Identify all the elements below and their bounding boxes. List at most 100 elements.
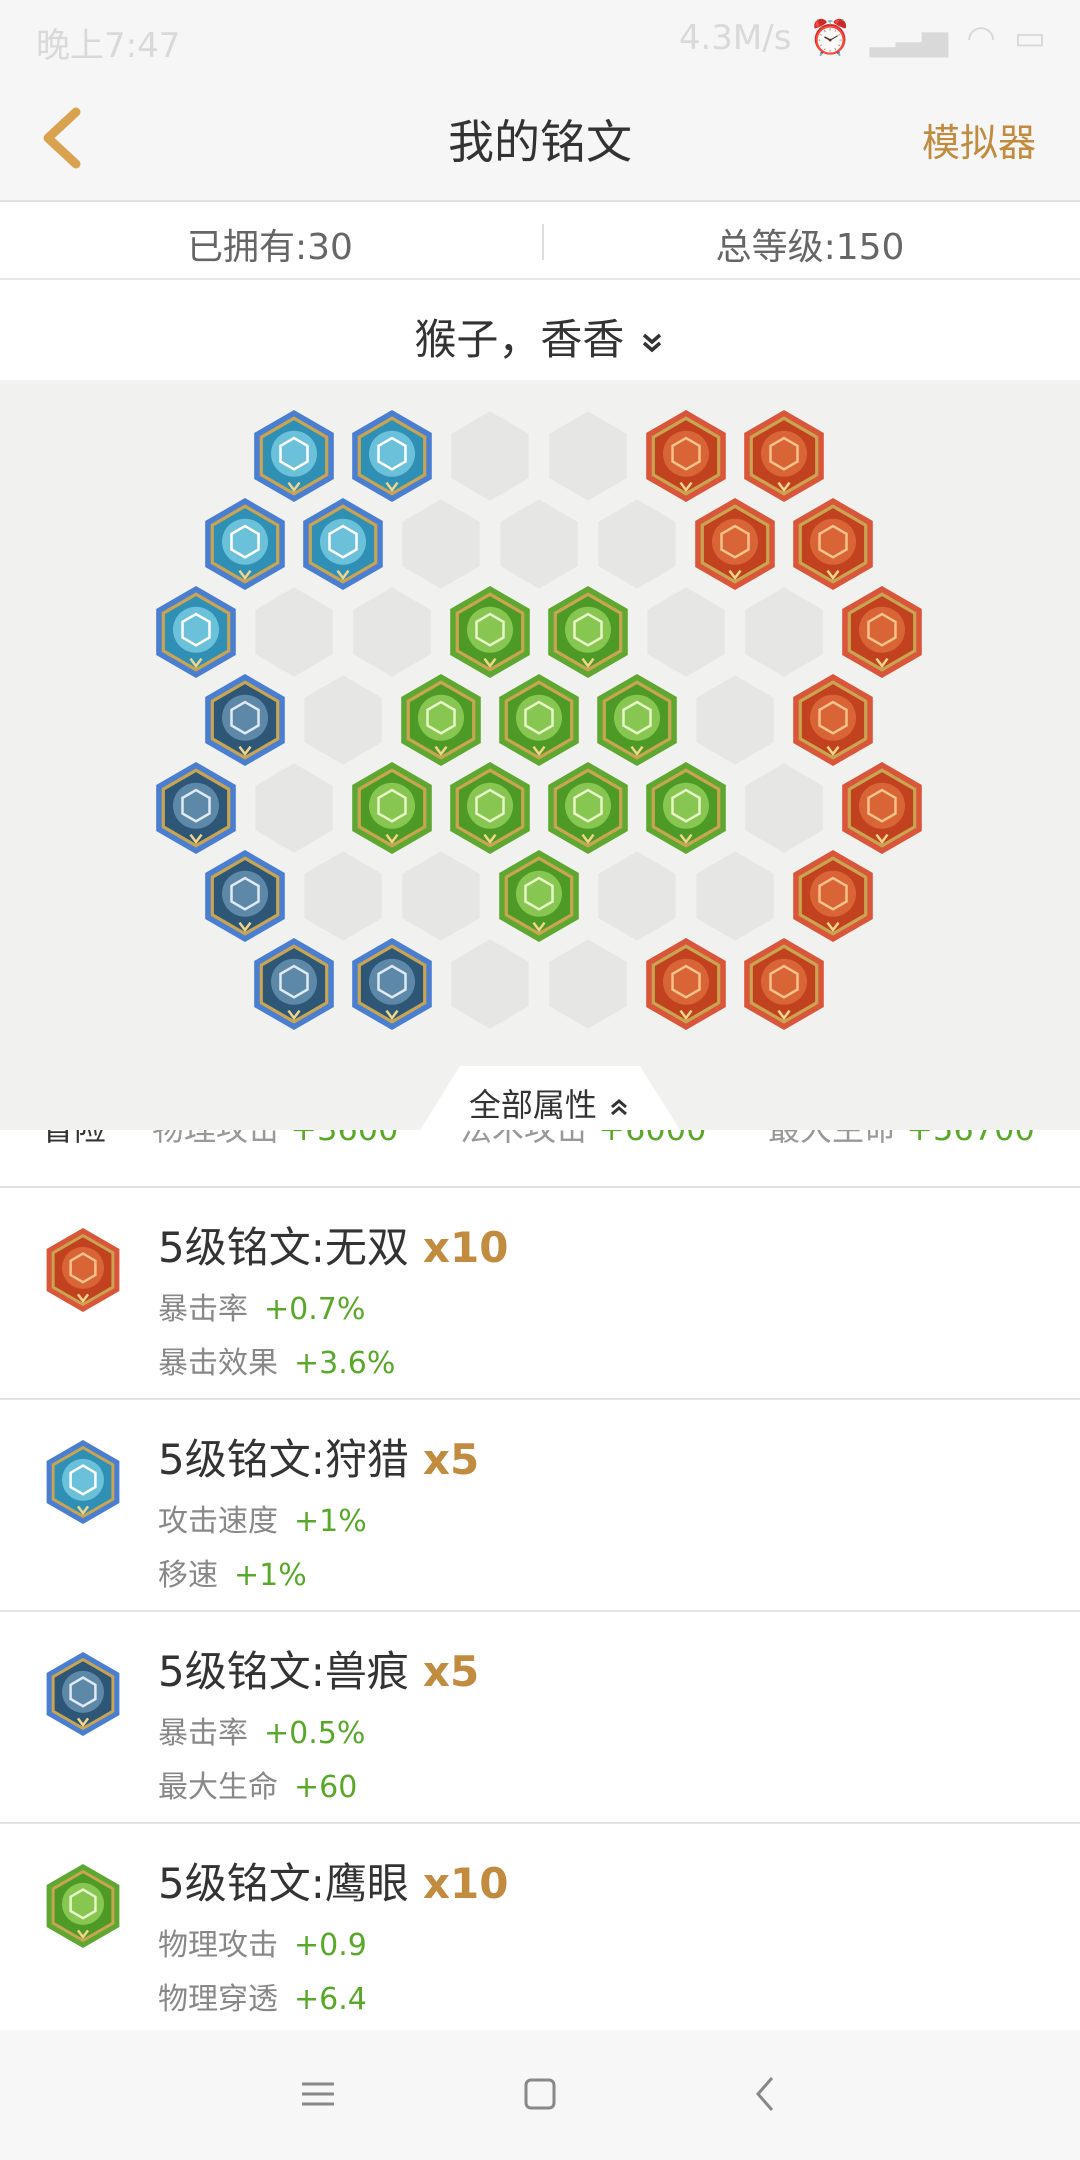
rune-attr: 暴击效果 +3.6% — [158, 1338, 395, 1382]
shoulie-rune-icon[interactable] — [156, 586, 236, 678]
shoulie-rune-icon — [46, 1440, 120, 1524]
yingyan-rune-icon-shape[interactable] — [46, 1864, 120, 1948]
attr-value: +1% — [234, 1558, 307, 1593]
rune-name: 5级铭文:鹰眼 x10 — [158, 1850, 508, 1911]
wushuang-rune-icon[interactable] — [842, 762, 922, 854]
summary-value: +56700 — [906, 1130, 1035, 1148]
empty-rune-slot — [255, 763, 333, 853]
back-icon[interactable] — [736, 2064, 796, 2124]
rune-name-text: 5级铭文:鹰眼 — [158, 1859, 409, 1908]
attr-value: +0.7% — [264, 1292, 366, 1327]
wushuang-rune-icon-shape[interactable] — [46, 1228, 120, 1312]
signal-icon: ▂▃▅ — [869, 18, 949, 58]
attr-label: 移速 — [158, 1558, 218, 1593]
shoulie-rune-icon[interactable] — [254, 410, 334, 502]
wifi-icon: ◠ — [966, 18, 996, 58]
rune-count: x10 — [422, 1859, 509, 1908]
shoulie-rune-icon[interactable] — [205, 498, 285, 590]
wushuang-rune-icon[interactable] — [744, 938, 824, 1030]
shouhen-rune-icon[interactable] — [156, 762, 236, 854]
wushuang-rune-icon[interactable] — [793, 498, 873, 590]
rune-name: 5级铭文:无双 x10 — [158, 1214, 508, 1275]
yingyan-rune-icon[interactable] — [499, 850, 579, 942]
attr-value: +0.9 — [294, 1928, 367, 1963]
tab-label-text: 全部属性 — [468, 1086, 597, 1124]
battery-icon: ▭ — [1013, 18, 1046, 58]
summary-item: 物理攻击 +3600 — [152, 1130, 398, 1150]
yingyan-rune-icon[interactable] — [352, 762, 432, 854]
rune-board-grid — [156, 410, 922, 1030]
yingyan-rune-icon[interactable] — [450, 586, 530, 678]
empty-rune-slot — [598, 851, 676, 941]
attr-value: +6.4 — [294, 1982, 367, 2017]
all-attributes-label: 全部属性 — [420, 1080, 680, 1126]
shoulie-rune-icon[interactable] — [303, 498, 383, 590]
rune-count: x10 — [422, 1223, 509, 1272]
list-item[interactable]: 5级铭文:兽痕 x5 暴击率 +0.5% 最大生命 +60 — [0, 1612, 1080, 1824]
wushuang-rune-icon[interactable] — [695, 498, 775, 590]
list-item[interactable]: 5级铭文:无双 x10 暴击率 +0.7% 暴击效果 +3.6% — [0, 1188, 1080, 1400]
wushuang-rune-icon[interactable] — [646, 938, 726, 1030]
list-item[interactable]: 5级铭文:鹰眼 x10 物理攻击 +0.9 物理穿透 +6.4 — [0, 1824, 1080, 2036]
double-chevron-up-icon — [611, 1099, 628, 1116]
alarm-icon: ⏰ — [809, 18, 852, 58]
shouhen-rune-icon[interactable] — [352, 938, 432, 1030]
shouhen-rune-icon[interactable] — [205, 850, 285, 942]
empty-rune-slot — [745, 587, 823, 677]
yingyan-rune-icon[interactable] — [646, 762, 726, 854]
attr-label: 物理攻击 — [158, 1928, 278, 1963]
shouhen-rune-icon-shape[interactable] — [46, 1652, 120, 1736]
wushuang-rune-icon[interactable] — [793, 850, 873, 942]
empty-rune-slot — [696, 675, 774, 765]
attribute-summary-row: 冒险 物理攻击 +3600 法术攻击 +6000 最大生命 +56700 — [0, 1130, 1080, 1188]
yingyan-rune-icon[interactable] — [548, 586, 628, 678]
status-icons: 4.3M/s ⏰ ▂▃▅ ◠ ▭ — [679, 18, 1046, 58]
wushuang-rune-icon[interactable] — [744, 410, 824, 502]
home-icon[interactable] — [510, 2064, 570, 2124]
rune-count: x5 — [422, 1647, 480, 1696]
summary-category: 冒险 — [42, 1130, 106, 1150]
simulator-button[interactable]: 模拟器 — [922, 112, 1036, 167]
rune-page-selector[interactable]: 猴子，香香 — [0, 280, 1080, 380]
empty-rune-slot — [255, 587, 333, 677]
rune-name: 5级铭文:狩猎 x5 — [158, 1426, 479, 1487]
rune-list: 5级铭文:无双 x10 暴击率 +0.7% 暴击效果 +3.6% 5级铭文:狩猎 x5 … — [0, 1188, 1080, 2036]
system-nav-bar — [0, 2030, 1080, 2160]
attr-label: 暴击率 — [158, 1292, 248, 1327]
empty-rune-slot — [402, 851, 480, 941]
wushuang-rune-icon[interactable] — [842, 586, 922, 678]
rune-name: 5级铭文:兽痕 x5 — [158, 1638, 479, 1699]
attr-label: 攻击速度 — [158, 1504, 278, 1539]
double-chevron-down-icon — [642, 333, 661, 352]
menu-icon[interactable] — [288, 2064, 348, 2124]
summary-item: 最大生命 +56700 — [768, 1130, 1035, 1150]
shoulie-rune-icon[interactable] — [352, 410, 432, 502]
status-bar: 晚上7:47 4.3M/s ⏰ ▂▃▅ ◠ ▭ — [0, 0, 1080, 76]
rune-count: x5 — [422, 1435, 480, 1484]
yingyan-rune-icon[interactable] — [401, 674, 481, 766]
empty-rune-slot — [451, 411, 529, 501]
wushuang-rune-icon[interactable] — [646, 410, 726, 502]
shouhen-rune-icon[interactable] — [205, 674, 285, 766]
yingyan-rune-icon[interactable] — [597, 674, 677, 766]
wushuang-rune-icon[interactable] — [793, 674, 873, 766]
rune-page-label: 猴子，香香 — [414, 315, 625, 364]
yingyan-rune-icon[interactable] — [548, 762, 628, 854]
empty-rune-slot — [353, 587, 431, 677]
attr-value: +60 — [294, 1770, 358, 1805]
yingyan-rune-icon[interactable] — [499, 674, 579, 766]
shoulie-rune-icon-shape[interactable] — [46, 1440, 120, 1524]
list-item[interactable]: 5级铭文:狩猎 x5 攻击速度 +1% 移速 +1% — [0, 1400, 1080, 1612]
attr-label: 暴击效果 — [158, 1346, 278, 1381]
all-attributes-tab[interactable]: 全部属性 — [420, 1066, 680, 1130]
shouhen-rune-icon[interactable] — [254, 938, 334, 1030]
rune-attr: 攻击速度 +1% — [158, 1496, 367, 1540]
summary-value: +6000 — [598, 1130, 706, 1148]
yingyan-rune-icon[interactable] — [450, 762, 530, 854]
empty-rune-slot — [696, 851, 774, 941]
rune-name-text: 5级铭文:无双 — [158, 1223, 409, 1272]
app-header: 我的铭文 模拟器 — [0, 76, 1080, 202]
rune-board — [0, 382, 1080, 1130]
attr-value: +0.5% — [264, 1716, 366, 1751]
empty-rune-slot — [598, 499, 676, 589]
